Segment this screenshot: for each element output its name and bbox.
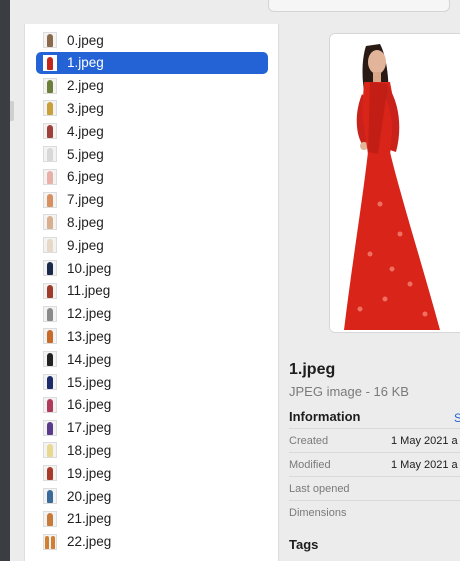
sidebar-edge (10, 24, 25, 561)
file-row[interactable]: 19.jpeg (36, 462, 268, 484)
info-value: 1 May 2021 a (391, 459, 458, 471)
file-name: 18.jpeg (67, 442, 112, 458)
file-row[interactable]: 2.jpeg (36, 75, 268, 97)
file-name: 12.jpeg (67, 306, 112, 322)
image-thumbnail-icon (43, 488, 57, 504)
file-row[interactable]: 10.jpeg (36, 257, 268, 279)
image-thumbnail-icon (43, 32, 57, 48)
image-thumbnail-icon (43, 533, 57, 550)
file-row[interactable]: 15.jpeg (36, 371, 268, 393)
file-name: 5.jpeg (67, 146, 104, 162)
file-row[interactable]: 8.jpeg (36, 211, 268, 233)
file-name: 11.jpeg (67, 283, 111, 299)
file-name: 20.jpeg (67, 488, 112, 504)
file-name: 7.jpeg (67, 192, 104, 208)
information-heading: Information (289, 409, 361, 424)
search-field[interactable] (268, 0, 450, 12)
image-thumbnail-icon (43, 100, 57, 117)
info-key: Modified (289, 459, 331, 471)
info-row-last-opened: Last opened (289, 476, 460, 500)
file-row[interactable]: 13.jpeg (36, 325, 268, 347)
info-value: 1 May 2021 a (391, 435, 458, 447)
file-name: 1.jpeg (67, 55, 104, 71)
info-key: Dimensions (289, 507, 347, 519)
file-row[interactable]: 9.jpeg (36, 234, 268, 256)
file-row[interactable]: 6.jpeg (36, 166, 268, 188)
file-row[interactable]: 20.jpeg (36, 485, 268, 507)
file-row[interactable]: 22.jpeg (36, 531, 268, 553)
image-thumbnail-icon (43, 351, 57, 368)
image-thumbnail-icon (43, 123, 57, 140)
file-row[interactable]: 17.jpeg (36, 417, 268, 439)
file-name: 17.jpeg (67, 420, 112, 436)
file-name: 22.jpeg (67, 534, 112, 550)
tags-heading: Tags (289, 537, 319, 552)
info-row-modified: Modified 1 May 2021 a (289, 452, 460, 476)
preview-file-name: 1.jpeg (289, 361, 336, 378)
image-thumbnail-icon (43, 260, 57, 276)
image-thumbnail-icon (43, 282, 57, 299)
info-row-created: Created 1 May 2021 a (289, 428, 460, 452)
image-thumbnail-icon (43, 328, 57, 345)
preview-file-kind: JPEG image - 16 KB (289, 384, 409, 399)
file-name: 2.jpeg (67, 78, 104, 94)
info-key: Last opened (289, 483, 350, 495)
image-thumbnail-icon (43, 146, 57, 162)
image-thumbnail-icon (43, 396, 57, 413)
image-thumbnail-icon (43, 465, 57, 482)
preview-pane: 1.jpeg JPEG image - 16 KB Information S … (279, 24, 460, 561)
file-name: 3.jpeg (67, 100, 104, 116)
file-name: 0.jpeg (67, 32, 104, 48)
file-row[interactable]: 18.jpeg (36, 439, 268, 461)
file-name: 13.jpeg (67, 328, 112, 344)
file-name: 10.jpeg (67, 260, 112, 276)
file-name: 8.jpeg (67, 214, 104, 230)
image-thumbnail-icon (43, 510, 57, 527)
file-name: 16.jpeg (67, 397, 112, 413)
file-row[interactable]: 5.jpeg (36, 143, 268, 165)
image-thumbnail-icon (43, 442, 57, 459)
image-thumbnail-icon (43, 419, 57, 436)
file-row[interactable]: 0.jpeg (36, 29, 268, 51)
image-thumbnail-icon (43, 214, 57, 231)
file-row[interactable]: 16.jpeg (36, 394, 268, 416)
toolbar (10, 0, 460, 25)
file-row[interactable]: 4.jpeg (36, 120, 268, 142)
finder-window: 0.jpeg 1.jpeg 2.jpeg 3.jpeg 4.jpeg 5.jpeg 6.jp… (10, 0, 460, 561)
file-row[interactable]: 3.jpeg (36, 97, 268, 119)
file-row[interactable]: 7.jpeg (36, 189, 268, 211)
info-row-dimensions: Dimensions (289, 500, 460, 524)
file-name: 14.jpeg (67, 351, 112, 367)
file-name: 6.jpeg (67, 169, 104, 185)
image-thumbnail-icon (43, 237, 57, 254)
file-name: 21.jpeg (67, 511, 112, 527)
saree-model-image (330, 34, 460, 332)
file-name: 15.jpeg (67, 374, 112, 390)
info-key: Created (289, 435, 329, 447)
file-name: 4.jpeg (67, 123, 104, 139)
image-thumbnail-icon (43, 54, 57, 71)
image-thumbnail-icon (43, 374, 57, 390)
image-thumbnail-icon (43, 191, 57, 208)
image-thumbnail-icon (43, 305, 57, 322)
sidebar-resize-handle[interactable] (10, 101, 14, 121)
file-list: 0.jpeg 1.jpeg 2.jpeg 3.jpeg 4.jpeg 5.jpeg 6.jp… (25, 24, 278, 561)
image-thumbnail-icon (43, 168, 57, 185)
file-row[interactable]: 12.jpeg (36, 303, 268, 325)
file-row[interactable]: 11.jpeg (36, 280, 268, 302)
image-preview (329, 33, 460, 333)
file-row[interactable]: 21.jpeg (36, 508, 268, 530)
file-row[interactable]: 1.jpeg (36, 51, 268, 74)
file-name: 19.jpeg (67, 465, 112, 481)
file-name: 9.jpeg (67, 237, 104, 253)
image-thumbnail-icon (43, 77, 57, 94)
show-more-link[interactable]: S (454, 411, 460, 425)
file-row[interactable]: 14.jpeg (36, 348, 268, 370)
